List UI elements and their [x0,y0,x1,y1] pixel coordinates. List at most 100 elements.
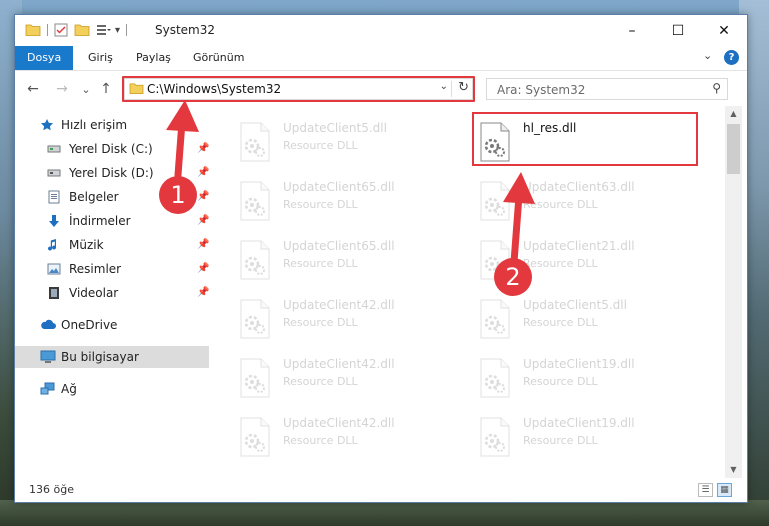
file-item[interactable]: UpdateClient65.dll Resource DLL [209,234,439,284]
up-button[interactable]: ↑ [97,80,115,98]
file-item[interactable]: UpdateClient65.dll Resource DLL [209,175,439,225]
music-icon [48,239,57,251]
pin-icon[interactable]: 📌 [197,162,209,184]
download-icon [49,215,59,227]
sidebar-item-music[interactable]: Müzik 📌 [15,234,209,256]
address-text[interactable]: C:\Windows\System32 [147,82,281,96]
sidebar-item-this-pc[interactable]: Bu bilgisayar [15,346,209,368]
file-name: UpdateClient19.dll [523,416,635,430]
star-icon [41,119,53,131]
file-type: Resource DLL [283,375,358,388]
callout-2: 2 [494,258,532,296]
toolbar-separator [126,24,128,36]
navigation-pane: Hızlı erişim Yerel Disk (C:) 📌 Yerel Dis… [15,106,209,478]
file-item[interactable]: UpdateClient42.dll Resource DLL [209,352,439,402]
help-button[interactable]: ? [724,50,739,65]
scroll-up-icon[interactable]: ▲ [725,106,742,122]
documents-icon [48,190,60,204]
dll-file-icon [239,122,271,162]
dll-file-icon [479,358,511,398]
pin-icon[interactable]: 📌 [197,234,209,256]
search-icon[interactable]: ⚲ [712,81,721,95]
file-item[interactable]: UpdateClient19.dll Resource DLL [449,411,679,461]
dll-file-icon [479,181,511,221]
chevron-down-icon[interactable]: ▾ [115,25,120,36]
drive-icon [47,169,61,177]
pin-icon[interactable]: 📌 [197,210,209,232]
file-type: Resource DLL [523,198,598,211]
recent-locations-button[interactable]: ⌄ [77,80,95,98]
folder-icon[interactable] [25,23,41,37]
title-bar: ▾ System32 – ☐ ✕ [15,15,747,46]
file-name: UpdateClient21.dll [523,239,635,253]
pin-icon[interactable]: 📌 [197,282,209,304]
file-item[interactable]: UpdateClient19.dll Resource DLL [449,352,679,402]
tab-dosya[interactable]: Dosya [15,46,74,70]
video-icon [49,287,59,299]
search-input[interactable] [495,80,699,100]
drive-icon [47,145,61,153]
maximize-button[interactable]: ☐ [655,15,701,46]
sidebar-item-pictures[interactable]: Resimler 📌 [15,258,209,280]
back-button[interactable]: ← [24,80,42,98]
large-icons-view-button[interactable]: ▦ [717,483,732,497]
address-dropdown-icon[interactable]: ⌄ [440,81,448,92]
sidebar-item-label: OneDrive [61,318,118,332]
customize-icon[interactable] [96,23,112,37]
tab-giris[interactable]: Giriş [88,46,113,70]
toolbar-separator [47,24,48,36]
sidebar-item-videos[interactable]: Videolar 📌 [15,282,209,304]
pin-icon[interactable]: 📌 [197,138,209,160]
refresh-icon[interactable]: ↻ [458,80,469,95]
file-item[interactable]: UpdateClient21.dll Resource DLL [449,234,679,284]
sidebar-item-quick-access[interactable]: Hızlı erişim [15,114,209,136]
file-name: UpdateClient19.dll [523,357,635,371]
minimize-button[interactable]: – [609,15,655,46]
details-view-button[interactable]: ☰ [698,483,713,497]
file-type: Resource DLL [283,257,358,270]
file-name: UpdateClient42.dll [283,298,395,312]
file-name: UpdateClient42.dll [283,357,395,371]
ribbon-expand-icon[interactable]: ⌄ [703,49,712,62]
file-type: Resource DLL [523,434,598,447]
dll-file-icon [479,122,511,162]
file-type: Resource DLL [523,375,598,388]
sidebar-item-label: Resimler [69,262,122,276]
scrollbar-thumb[interactable] [727,124,740,174]
window-title: System32 [155,23,216,37]
pictures-icon [47,263,61,275]
close-button[interactable]: ✕ [701,15,747,46]
sidebar-item-local-disk-c[interactable]: Yerel Disk (C:) 📌 [15,138,209,160]
file-item[interactable]: UpdateClient42.dll Resource DLL [209,411,439,461]
desktop-background-bottom [0,500,769,526]
file-item[interactable]: UpdateClient42.dll Resource DLL [209,293,439,343]
navigation-bar: ← → ⌄ ↑ C:\Windows\System32 ⌄ ↻ ⚲ [15,70,747,107]
dll-file-icon [239,240,271,280]
ribbon-tabs: Dosya Giriş Paylaş Görünüm ⌄ ? [15,46,747,70]
file-item[interactable]: UpdateClient5.dll Resource DLL [449,293,679,343]
sidebar-item-network[interactable]: Ağ [15,378,209,400]
search-box[interactable]: ⚲ [486,78,728,100]
forward-button[interactable]: → [53,80,71,98]
sidebar-item-label: Yerel Disk (D:) [69,166,154,180]
pin-icon[interactable]: 📌 [197,186,209,208]
sidebar-item-label: Videolar [69,286,119,300]
properties-icon[interactable] [54,23,68,37]
file-type: Resource DLL [283,198,358,211]
new-folder-icon[interactable] [74,23,90,37]
sidebar-item-label: Müzik [69,238,104,252]
file-name: UpdateClient63.dll [523,180,635,194]
sidebar-item-label: Yerel Disk (C:) [69,142,153,156]
file-item[interactable]: UpdateClient5.dll Resource DLL [209,116,439,166]
scroll-down-icon[interactable]: ▼ [725,462,742,478]
sidebar-item-onedrive[interactable]: OneDrive [15,314,209,336]
file-item[interactable]: hl_res.dll [449,116,679,166]
tab-paylas[interactable]: Paylaş [136,46,171,70]
pin-icon[interactable]: 📌 [197,258,209,280]
file-list: UpdateClient5.dll Resource DLL UpdateClien… [209,106,725,478]
tab-gorunum[interactable]: Görünüm [193,46,244,70]
computer-icon [40,350,56,363]
address-bar[interactable]: C:\Windows\System32 ⌄ ↻ [124,78,473,100]
file-item[interactable]: UpdateClient63.dll Resource DLL [449,175,679,225]
vertical-scrollbar[interactable]: ▲ ▼ [725,106,742,478]
